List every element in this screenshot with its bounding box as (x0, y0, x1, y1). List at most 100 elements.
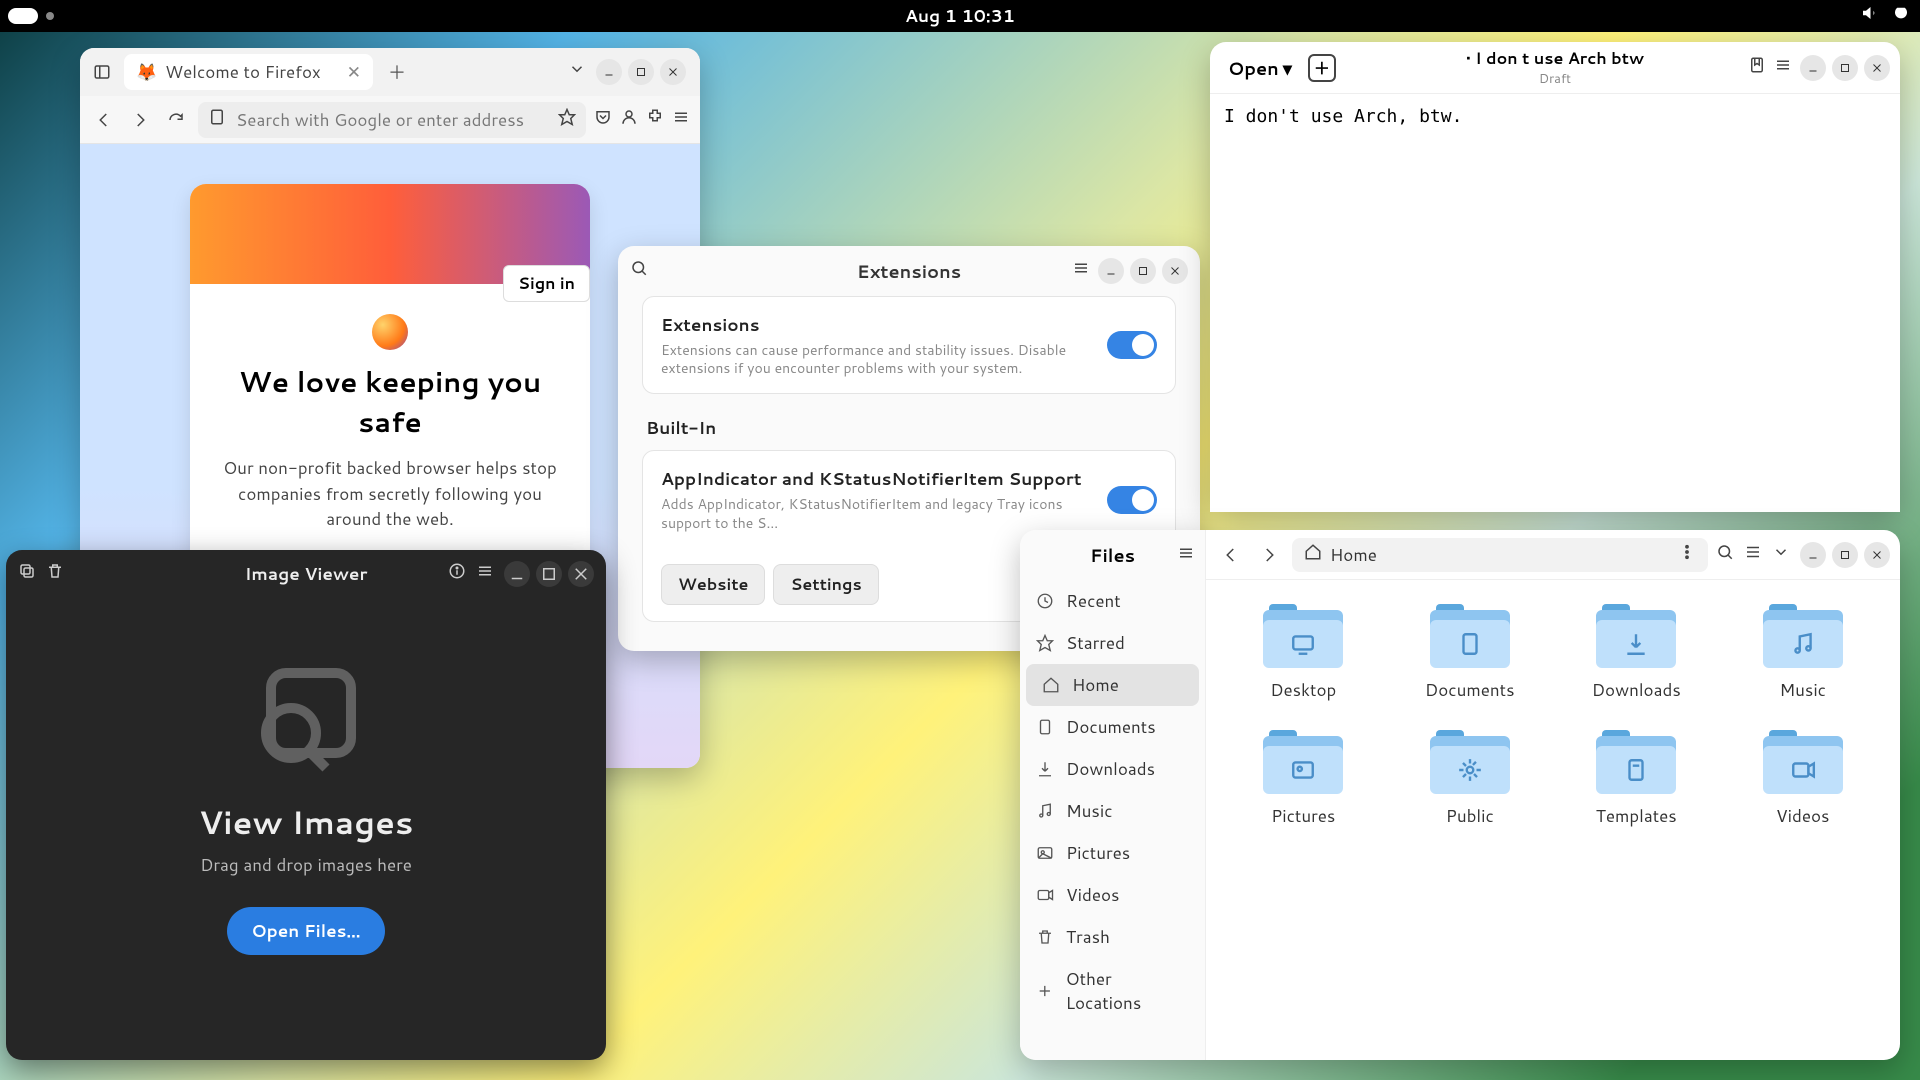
folder-icon (1763, 730, 1843, 796)
hamburger-menu-icon[interactable] (1774, 56, 1792, 80)
master-switch[interactable] (1107, 331, 1157, 359)
files-sidebar: Files Recent StarredHomeDocumentsDownload… (1020, 530, 1206, 1060)
sidebar-item-videos[interactable]: Videos (1020, 874, 1205, 916)
maximize-button[interactable] (1832, 542, 1858, 568)
editor-textarea[interactable] (1210, 94, 1900, 512)
folder-videos[interactable]: Videos (1730, 730, 1877, 828)
signin-button[interactable]: Sign in (503, 265, 590, 302)
ext-name: AppIndicator and KStatusNotifierItem Sup… (661, 467, 1087, 491)
activities-pill[interactable] (8, 8, 38, 24)
folder-icon (1430, 730, 1510, 796)
sidebar-item-trash[interactable]: Trash (1020, 916, 1205, 958)
tab-overview-icon[interactable] (568, 60, 586, 84)
close-button[interactable] (1864, 542, 1890, 568)
sidebar-item-home[interactable]: Home (1026, 664, 1199, 706)
trash-icon[interactable] (46, 562, 64, 586)
clock[interactable]: Aug 1 10:31 (905, 4, 1015, 28)
folder-public[interactable]: Public (1397, 730, 1544, 828)
url-bar[interactable]: Search with Google or enter address (198, 102, 586, 138)
extension-switch[interactable] (1107, 486, 1157, 514)
search-icon[interactable] (1716, 543, 1734, 567)
nav-forward-button[interactable] (1254, 540, 1284, 570)
forward-button[interactable] (126, 106, 154, 134)
minimize-button[interactable] (1800, 55, 1826, 81)
network-icon[interactable] (1828, 4, 1846, 28)
sidebar-item-label: Recent (1066, 589, 1121, 613)
open-files-button[interactable]: Open Files… (227, 907, 384, 955)
maximize-button[interactable] (628, 59, 654, 85)
folder-music[interactable]: Music (1730, 604, 1877, 702)
pocket-icon[interactable] (594, 108, 612, 132)
bookmark-star-icon[interactable] (558, 108, 576, 132)
tab-close-icon[interactable]: ✕ (347, 60, 361, 84)
path-text: Home (1330, 543, 1377, 567)
maximize-button[interactable] (1832, 55, 1858, 81)
chevron-down-icon: ▾ (1283, 55, 1292, 81)
sidebar-item-documents[interactable]: Documents (1020, 706, 1205, 748)
sidebar-item-other-locations[interactable]: Other Locations (1020, 958, 1205, 1024)
copy-icon[interactable] (18, 562, 36, 586)
path-bar[interactable]: Home (1292, 538, 1708, 572)
folder-documents[interactable]: Documents (1397, 604, 1544, 702)
sidebar-item-starred[interactable]: Starred (1020, 622, 1205, 664)
sidebar-toggle-icon[interactable] (86, 56, 118, 88)
minimize-button[interactable] (1800, 542, 1826, 568)
folder-icon (1596, 730, 1676, 796)
folder-desktop[interactable]: Desktop (1230, 604, 1377, 702)
minimize-button[interactable] (504, 561, 530, 587)
maximize-button[interactable] (1130, 258, 1156, 284)
folder-pictures[interactable]: Pictures (1230, 730, 1377, 828)
sidebar-item-downloads[interactable]: Downloads (1020, 748, 1205, 790)
new-tab-button[interactable]: ＋ (385, 60, 409, 84)
tab-title: Welcome to Firefox (165, 60, 321, 84)
sidebar-item-recent[interactable]: Recent (1020, 580, 1205, 622)
folder-label: Downloads (1563, 678, 1710, 702)
power-icon[interactable] (1892, 4, 1910, 28)
back-button[interactable] (90, 106, 118, 134)
folder-downloads[interactable]: Downloads (1563, 604, 1710, 702)
home-icon (1304, 543, 1322, 567)
info-icon[interactable] (448, 562, 466, 586)
website-button[interactable]: Website (661, 564, 765, 605)
close-button[interactable] (1864, 55, 1890, 81)
minimize-button[interactable] (1098, 258, 1124, 284)
bookmark-icon[interactable] (1748, 56, 1766, 80)
nav-back-button[interactable] (1216, 540, 1246, 570)
close-button[interactable] (1162, 258, 1188, 284)
view-mode-button[interactable] (1744, 543, 1762, 567)
minimize-button[interactable] (596, 59, 622, 85)
browser-tab[interactable]: 🦊 Welcome to Firefox ✕ (124, 54, 373, 90)
hamburger-menu-icon[interactable] (476, 562, 494, 586)
settings-button[interactable]: Settings (773, 564, 878, 605)
folder-label: Music (1730, 678, 1877, 702)
sidebar-item-music[interactable]: Music (1020, 790, 1205, 832)
page-info-icon[interactable] (208, 108, 226, 132)
maximize-button[interactable] (536, 561, 562, 587)
sidebar-item-label: Other Locations (1066, 967, 1189, 1015)
account-icon[interactable] (620, 108, 638, 132)
hamburger-menu-icon[interactable] (1072, 259, 1090, 283)
view-dropdown-icon[interactable] (1772, 543, 1790, 567)
sidebar-item-label: Videos (1066, 883, 1119, 907)
search-icon[interactable] (630, 259, 648, 283)
open-menu-button[interactable]: Open ▾ (1220, 51, 1300, 85)
folder-icon (1596, 604, 1676, 670)
url-placeholder: Search with Google or enter address (236, 108, 524, 132)
folder-icon (1763, 604, 1843, 670)
sidebar-menu-icon[interactable] (1177, 542, 1195, 568)
folder-label: Desktop (1230, 678, 1377, 702)
path-menu-icon[interactable] (1678, 543, 1696, 567)
new-tab-button[interactable]: ＋ (1308, 54, 1336, 82)
sidebar-item-label: Pictures (1066, 841, 1130, 865)
folder-templates[interactable]: Templates (1563, 730, 1710, 828)
volume-icon[interactable] (1860, 4, 1878, 28)
close-button[interactable] (568, 561, 594, 587)
sidebar-title: Files (1090, 542, 1135, 568)
master-title: Extensions (661, 313, 1087, 337)
reload-button[interactable] (162, 106, 190, 134)
close-button[interactable] (660, 59, 686, 85)
app-menu-icon[interactable] (672, 108, 690, 132)
image-viewer-window: Image Viewer View Images Drag and drop i… (6, 550, 606, 1060)
extensions-icon[interactable] (646, 108, 664, 132)
sidebar-item-pictures[interactable]: Pictures (1020, 832, 1205, 874)
